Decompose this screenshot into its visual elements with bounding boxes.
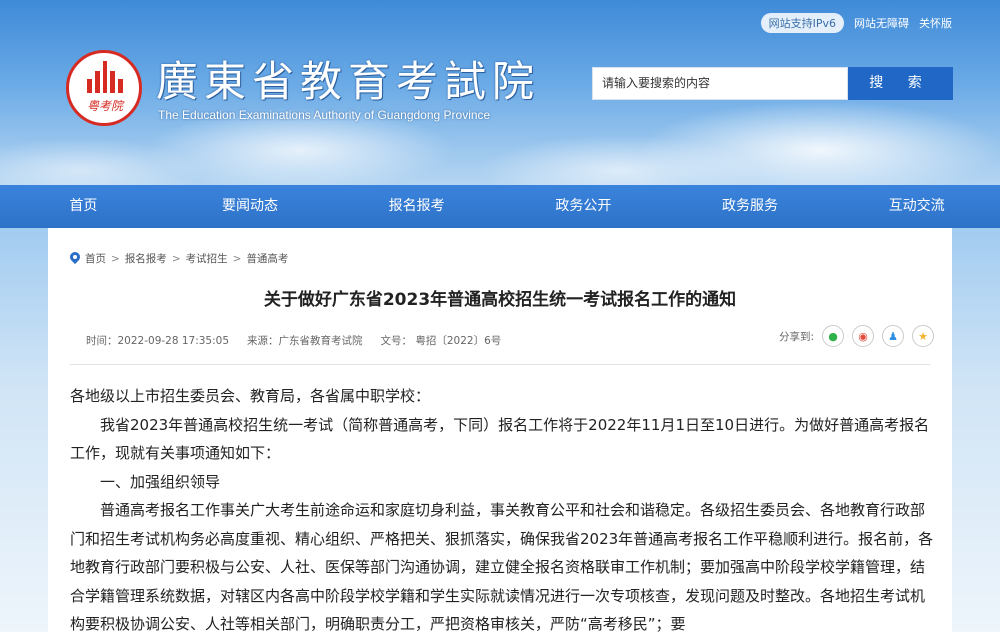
breadcrumb-registration[interactable]: 报名报考 [125, 251, 167, 266]
salutation: 各地级以上市招生委员会、教育局，各省属中职学校： [70, 387, 431, 405]
nav-item-news[interactable]: 要闻动态 [167, 185, 334, 228]
article-meta: 时间：2022-09-28 17:35:05 来源：广东省教育考试院 文号： 粤… [86, 333, 501, 348]
divider [70, 364, 930, 365]
paragraph-intro: 我省2023年普通高校招生统一考试（简称普通高考，下同）报名工作将于2022年1… [70, 415, 930, 463]
ipv6-badge: 网站支持IPv6 [760, 13, 844, 33]
qzone-icon[interactable]: ★ [912, 325, 934, 347]
accessibility-link[interactable]: 网站无障碍 [854, 15, 909, 31]
top-links: 网站支持IPv6 网站无障碍 关怀版 [760, 13, 952, 33]
location-pin-icon [70, 252, 80, 265]
site-title[interactable]: 廣東省教育考試院 [156, 48, 540, 109]
search-input[interactable]: 请输入要搜索的内容 [592, 67, 848, 100]
seal-text: 粤考院 [86, 99, 123, 113]
paragraph-body: 普通高考报名工作事关广大考生前途命运和家庭切身利益，事关教育公平和社会和谐稳定。… [70, 501, 934, 632]
publish-time: 时间：2022-09-28 17:35:05 [86, 335, 230, 347]
weibo-icon[interactable]: ◉ [852, 325, 874, 347]
breadcrumb-exam-admission[interactable]: 考试招生 [186, 251, 228, 266]
article-source: 来源：广东省教育考试院 [247, 335, 363, 347]
wechat-icon[interactable]: ● [822, 325, 844, 347]
logo-seal-icon: 粤考院 [66, 50, 142, 126]
elderly-mode-link[interactable]: 关怀版 [919, 15, 952, 31]
document-number: 文号： 粤招〔2022〕6号 [380, 335, 502, 347]
nav-item-home[interactable]: 首页 [0, 185, 167, 228]
qq-icon[interactable]: ♟ [882, 325, 904, 347]
nav-item-registration[interactable]: 报名报考 [333, 185, 500, 228]
article-title: 关于做好广东省2023年普通高校招生统一考试报名工作的通知 [263, 290, 737, 310]
article-panel: 首页 > 报名报考 > 考试招生 > 普通高考 关于做好广东省2023年普通高校… [48, 228, 952, 632]
nav-item-interaction[interactable]: 互动交流 [833, 185, 1000, 228]
breadcrumb: 首页 > 报名报考 > 考试招生 > 普通高考 [70, 251, 288, 266]
breadcrumb-home[interactable]: 首页 [85, 251, 106, 266]
main-nav: 首页 要闻动态 报名报考 政务公开 政务服务 互动交流 [0, 185, 1000, 228]
share-label: 分享到: [778, 330, 814, 343]
header-banner: 网站支持IPv6 网站无障碍 关怀版 粤考院 廣東省教育考試院 The Educ… [0, 0, 1000, 185]
search-button[interactable]: 搜 索 [848, 67, 953, 100]
share-bar: 分享到: ● ◉ ♟ ★ [779, 325, 934, 347]
breadcrumb-gaokao[interactable]: 普通高考 [246, 251, 288, 266]
site-subtitle: The Education Examinations Authority of … [158, 108, 491, 122]
nav-item-gov-info[interactable]: 政务公开 [500, 185, 667, 228]
article-body: 各地级以上市招生委员会、教育局，各省属中职学校： 我省2023年普通高校招生统一… [70, 382, 936, 632]
section-heading: 一、加强组织领导 [100, 472, 221, 491]
nav-item-gov-services[interactable]: 政务服务 [667, 185, 834, 228]
